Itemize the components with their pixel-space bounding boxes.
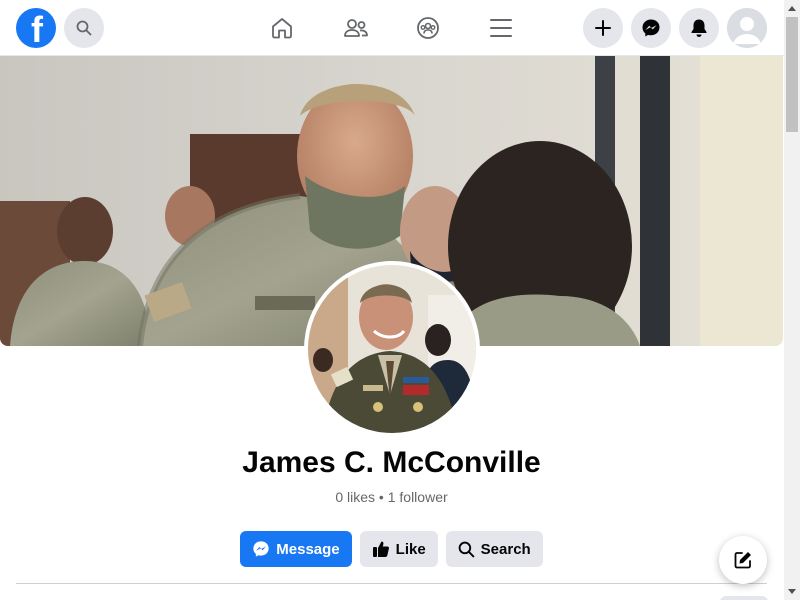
search-icon xyxy=(76,20,92,36)
scroll-down-arrow[interactable] xyxy=(784,584,800,600)
friends-icon xyxy=(344,19,368,37)
scrollbar-thumb[interactable] xyxy=(786,17,798,132)
like-button-label: Like xyxy=(395,540,426,558)
arrow-up-icon xyxy=(788,6,796,11)
messenger-icon xyxy=(642,19,660,37)
page-title: James C. McConville xyxy=(242,446,541,479)
facebook-logo[interactable]: f xyxy=(16,8,56,48)
facebook-logo-letter: f xyxy=(31,9,43,48)
thumbs-up-icon xyxy=(372,541,389,557)
messenger-button[interactable] xyxy=(631,8,671,48)
profile-actions: Message Like Search xyxy=(0,531,783,567)
messenger-icon xyxy=(253,541,269,557)
profile-picture-image xyxy=(308,265,476,433)
profile-picture[interactable] xyxy=(304,261,480,437)
likes-followers-count: 0 likes • 1 follower xyxy=(335,489,448,505)
new-message-button[interactable] xyxy=(719,536,767,584)
create-button[interactable] xyxy=(583,8,623,48)
groups-icon xyxy=(417,17,439,39)
more-options-button[interactable] xyxy=(720,596,768,600)
nav-home[interactable] xyxy=(262,8,302,48)
bell-icon xyxy=(691,19,707,37)
search-page-button[interactable]: Search xyxy=(445,531,543,567)
search-button[interactable] xyxy=(64,8,104,48)
like-button[interactable]: Like xyxy=(359,531,438,567)
section-divider xyxy=(16,583,767,584)
avatar-icon xyxy=(727,8,767,48)
search-icon xyxy=(458,541,475,557)
message-button[interactable]: Message xyxy=(240,531,352,567)
plus-icon xyxy=(595,20,611,36)
compose-icon xyxy=(734,552,751,569)
scroll-up-arrow[interactable] xyxy=(784,0,800,16)
search-button-label: Search xyxy=(480,540,531,558)
notifications-button[interactable] xyxy=(679,8,719,48)
vertical-scrollbar[interactable] xyxy=(784,0,800,600)
home-icon xyxy=(272,18,292,39)
nav-friends[interactable] xyxy=(336,8,376,48)
account-button[interactable] xyxy=(727,8,767,48)
arrow-down-icon xyxy=(788,589,796,594)
nav-groups[interactable] xyxy=(408,8,448,48)
nav-menu[interactable] xyxy=(481,8,521,48)
menu-icon xyxy=(490,19,512,37)
top-navigation-bar: f xyxy=(0,0,784,56)
message-button-label: Message xyxy=(276,540,340,558)
